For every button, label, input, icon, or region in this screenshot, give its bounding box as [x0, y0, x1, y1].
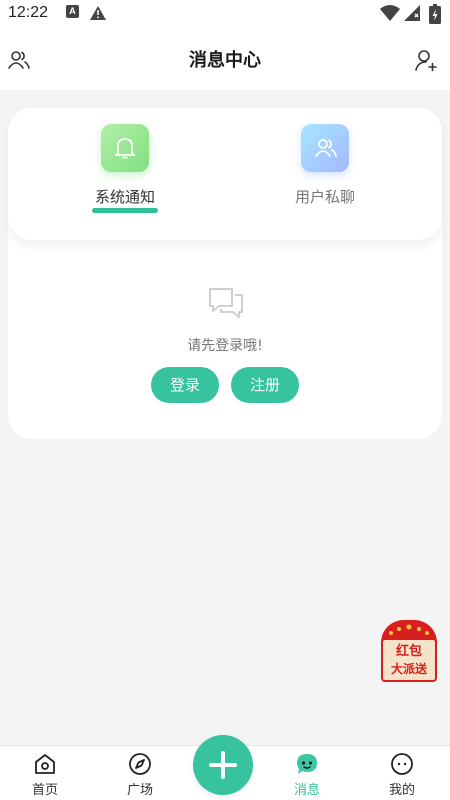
wifi-icon: [380, 5, 400, 25]
system-notify-icon-box: [101, 124, 149, 172]
red-packet-body: 红包 大派送: [381, 638, 437, 682]
confetti-icon: [389, 624, 429, 635]
nav-label-home: 首页: [31, 783, 58, 798]
private-chat-icon-box: [301, 124, 349, 172]
plus-icon: [209, 751, 237, 779]
warning-icon: [90, 5, 106, 24]
users-icon: [315, 139, 337, 157]
add-user-icon: [415, 50, 437, 72]
login-button[interactable]: 登录: [151, 367, 219, 403]
home-icon: [35, 754, 55, 774]
red-packet-promo[interactable]: 红包 大派送: [381, 620, 437, 682]
red-packet-line2: 大派送: [390, 662, 427, 676]
tab-system-notifications[interactable]: 系统通知: [60, 124, 190, 224]
message-card: 系统通知 用户私聊 请先登录哦! 登录 注册: [8, 108, 442, 439]
nav-label-square: 广场: [126, 783, 153, 798]
nav-item-mine[interactable]: 我的: [357, 746, 447, 800]
register-button[interactable]: 注册: [231, 367, 299, 403]
nav-item-home[interactable]: 首页: [0, 746, 90, 800]
chat-bubbles-icon: [207, 286, 245, 324]
tab-label-system: 系统通知: [94, 188, 155, 206]
active-tab-indicator: [92, 208, 158, 213]
nav-item-messages[interactable]: 消息: [262, 746, 352, 800]
tab-private-chat[interactable]: 用户私聊: [260, 124, 390, 224]
red-packet-line1: 红包: [395, 644, 422, 659]
tabs-panel: 系统通知 用户私聊: [8, 108, 442, 240]
app-notification-icon: A: [66, 5, 79, 18]
nav-item-square[interactable]: 广场: [95, 746, 185, 800]
signal-icon: [404, 5, 420, 25]
profile-icon: [391, 753, 413, 775]
add-friend-button[interactable]: [414, 48, 438, 72]
compass-icon: [129, 753, 151, 775]
nav-label-messages: 消息: [293, 783, 320, 798]
nav-label-mine: 我的: [388, 783, 415, 798]
status-bar: 12:22 A: [0, 0, 450, 28]
status-time: 12:22: [8, 4, 49, 21]
create-post-button[interactable]: [193, 735, 253, 795]
page-title: 消息中心: [189, 50, 261, 71]
bell-icon: [115, 138, 135, 159]
header: 消息中心: [0, 28, 450, 90]
tab-label-chat: 用户私聊: [294, 188, 355, 206]
battery-icon: [429, 4, 441, 28]
empty-state-text: 请先登录哦!: [187, 338, 263, 354]
message-icon: [297, 754, 317, 774]
